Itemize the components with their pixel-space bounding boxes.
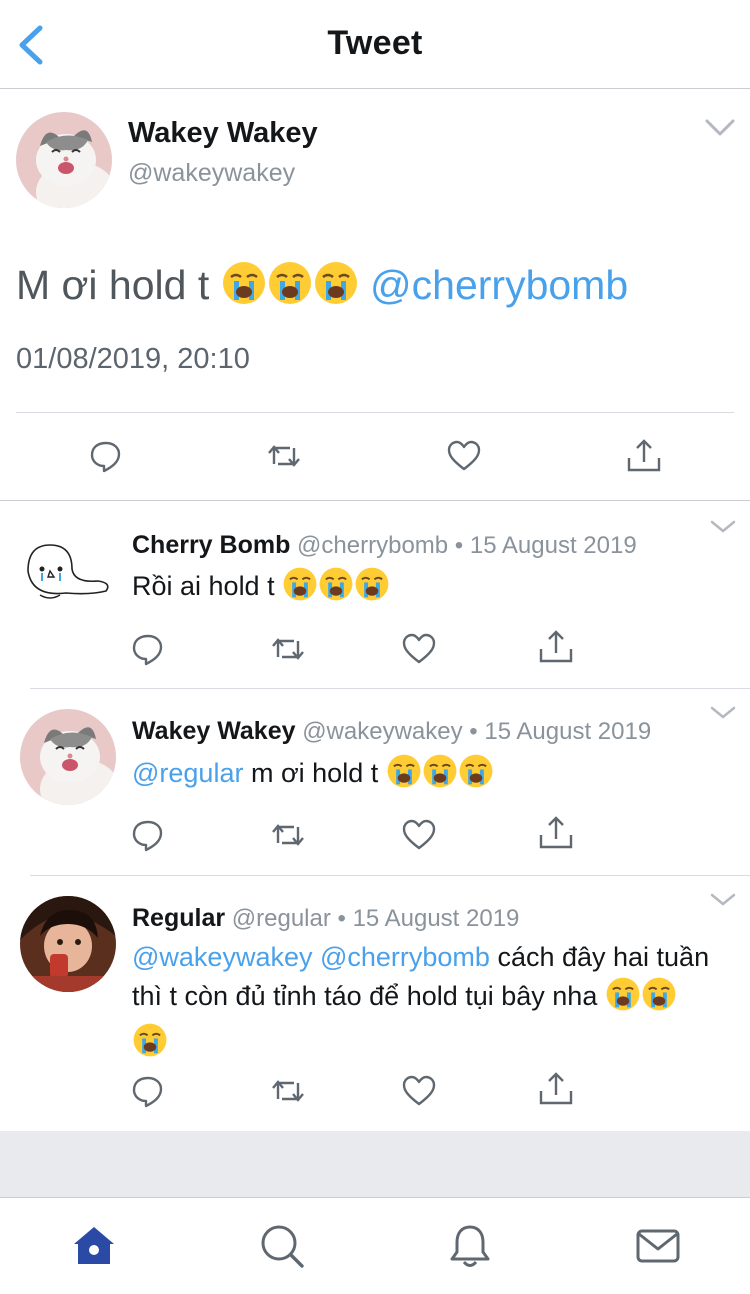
crying-emoji-icon: [221, 260, 267, 316]
timeline-end-spacer: [0, 1131, 750, 1197]
top-bar: Tweet: [0, 0, 750, 89]
author-handle[interactable]: @regular: [232, 905, 331, 932]
reply-icon[interactable]: [88, 438, 124, 474]
author-handle[interactable]: @wakeywakey: [128, 159, 295, 188]
caret-down-icon[interactable]: [710, 706, 736, 720]
like-icon[interactable]: [401, 1073, 437, 1109]
mention-link[interactable]: @cherrybomb: [370, 262, 628, 308]
reply-text-body: Rồi ai hold t: [132, 571, 283, 601]
crying-emoji-icon: [386, 753, 422, 799]
reply-date: • 15 August 2019: [448, 532, 637, 559]
reply-icon[interactable]: [130, 631, 166, 667]
avatar[interactable]: [16, 112, 112, 208]
retweet-icon[interactable]: [270, 1073, 306, 1109]
reply-header: Cherry Bomb @cherrybomb • 15 August 2019: [132, 531, 637, 560]
reply-text: @wakeywakey @cherrybomb cách đây hai tuầ…: [132, 939, 712, 1068]
reply-header: Regular @regular • 15 August 2019: [132, 904, 519, 933]
bottom-tab-bar: [0, 1197, 750, 1294]
crying-emoji-icon: [282, 566, 318, 612]
caret-down-icon[interactable]: [704, 118, 736, 138]
crying-emoji-icon: [313, 260, 359, 316]
retweet-icon[interactable]: [270, 817, 306, 853]
divider: [30, 688, 750, 689]
author-name[interactable]: Wakey Wakey: [128, 117, 318, 150]
avatar[interactable]: [20, 525, 116, 621]
share-icon[interactable]: [626, 438, 662, 474]
avatar[interactable]: [20, 896, 116, 992]
divider: [30, 875, 750, 876]
author-name[interactable]: Cherry Bomb: [132, 531, 290, 559]
reply-text-body: m ơi hold t: [243, 758, 386, 788]
like-icon[interactable]: [401, 817, 437, 853]
mention-link[interactable]: @wakeywakey @cherrybomb: [132, 942, 490, 972]
reply-icon[interactable]: [130, 1073, 166, 1109]
messages-icon[interactable]: [634, 1222, 682, 1270]
page-title: Tweet: [327, 24, 423, 62]
reply-date: • 15 August 2019: [330, 905, 520, 932]
caret-down-icon[interactable]: [710, 520, 736, 534]
crying-emoji-icon: [318, 566, 354, 612]
home-icon[interactable]: [70, 1222, 118, 1270]
reply-text: Rồi ai hold t: [132, 566, 722, 612]
retweet-icon[interactable]: [270, 631, 306, 667]
reply-date: • 15 August 2019: [462, 718, 652, 745]
mention-link[interactable]: @regular: [132, 758, 243, 788]
crying-emoji-icon: [354, 566, 390, 612]
crying-emoji-icon: [132, 1022, 168, 1068]
reply-header: Wakey Wakey @wakeywakey • 15 August 2019: [132, 717, 651, 746]
crying-emoji-icon: [422, 753, 458, 799]
tweet-text: M ơi hold t @cherrybomb: [16, 260, 628, 316]
divider: [0, 500, 750, 501]
reply-text: @regular m ơi hold t: [132, 753, 722, 799]
author-handle[interactable]: @wakeywakey: [302, 718, 462, 745]
caret-down-icon[interactable]: [710, 893, 736, 907]
author-name[interactable]: Regular: [132, 904, 225, 932]
reply-icon[interactable]: [130, 817, 166, 853]
crying-emoji-icon: [641, 976, 677, 1022]
author-name[interactable]: Wakey Wakey: [132, 717, 296, 745]
share-icon[interactable]: [538, 815, 574, 851]
tweet-timestamp: 01/08/2019, 20:10: [16, 343, 250, 375]
like-icon[interactable]: [446, 438, 482, 474]
search-icon[interactable]: [258, 1222, 306, 1270]
notifications-icon[interactable]: [446, 1222, 494, 1270]
crying-emoji-icon: [458, 753, 494, 799]
avatar[interactable]: [20, 709, 116, 805]
retweet-icon[interactable]: [266, 438, 302, 474]
crying-emoji-icon: [267, 260, 313, 316]
like-icon[interactable]: [401, 631, 437, 667]
divider: [16, 412, 734, 413]
tweet-text-body: M ơi hold t: [16, 262, 221, 308]
share-icon[interactable]: [538, 629, 574, 665]
share-icon[interactable]: [538, 1071, 574, 1107]
author-handle[interactable]: @cherrybomb: [297, 532, 448, 559]
crying-emoji-icon: [605, 976, 641, 1022]
